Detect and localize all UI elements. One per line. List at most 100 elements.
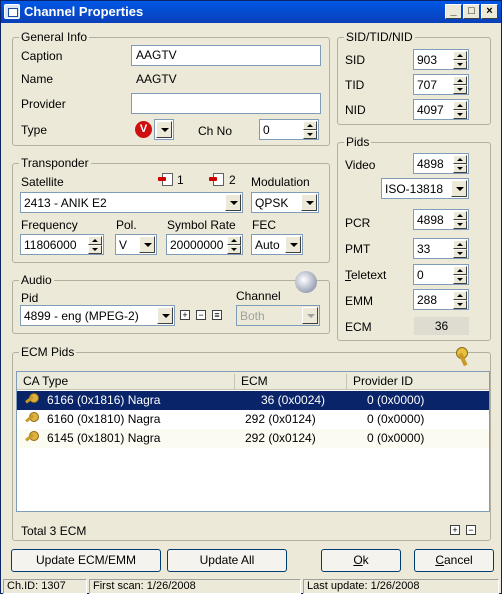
table-row[interactable]: 6166 (0x1816) Nagra 36 (0x0024) 0 (0x000… (17, 391, 489, 410)
spin-up-icon[interactable] (453, 155, 467, 164)
sid-stepper[interactable]: 903 (413, 49, 469, 70)
spin-down-icon[interactable] (88, 245, 102, 254)
fec-dropdown[interactable]: Auto (251, 234, 303, 255)
tid-stepper[interactable]: 707 (413, 74, 469, 95)
pcr-label: PCR (345, 216, 371, 230)
pcr-value: 4898 (417, 213, 444, 227)
spin-up-icon[interactable] (227, 236, 241, 245)
chevron-down-icon[interactable] (157, 307, 173, 324)
pol-dropdown[interactable]: V (115, 234, 157, 255)
modulation-dropdown[interactable]: QPSK (251, 192, 319, 213)
video-type-dropdown[interactable]: ISO-13818 (381, 178, 469, 199)
spin-up-icon[interactable] (453, 211, 467, 220)
satellite-value: 2413 - ANIK E2 (24, 196, 107, 210)
provider-id-cell: 0 (0x0000) (367, 431, 425, 445)
pol-value: V (119, 238, 128, 252)
chevron-down-icon[interactable] (156, 121, 172, 138)
spin-up-icon[interactable] (453, 76, 467, 85)
emm-label: EMM (345, 294, 373, 308)
teletext-value: 0 (417, 268, 424, 282)
status-chid: Ch.ID: 1307 (3, 579, 87, 594)
ecm-cell: 292 (0x0124) (245, 431, 316, 445)
status-last-update: Last update: 1/26/2008 (303, 579, 499, 594)
spin-down-icon[interactable] (453, 300, 467, 309)
ca-type-column-header[interactable]: CA Type (17, 374, 235, 389)
cancel-button[interactable]: Cancel (414, 549, 494, 572)
chevron-down-icon[interactable] (285, 236, 301, 253)
update-all-button[interactable]: Update All (167, 549, 287, 572)
chno-stepper[interactable]: 0 (259, 119, 319, 140)
video-type-value: ISO-13818 (385, 182, 444, 196)
spin-down-icon[interactable] (453, 85, 467, 94)
caption-input[interactable]: AAGTV (131, 45, 321, 66)
edit-audio-icon[interactable]: ≡ (212, 310, 222, 320)
chevron-down-icon[interactable] (451, 180, 467, 197)
pol-label: Pol. (116, 218, 137, 232)
title-bar[interactable]: Channel Properties _ □ × (1, 1, 501, 23)
pcr-stepper[interactable]: 4898 (413, 209, 469, 230)
spin-up-icon[interactable] (453, 240, 467, 249)
symbol-rate-value: 20000000 (170, 238, 224, 252)
ecm-value: 36 (414, 317, 469, 335)
satellite-1-icon[interactable] (158, 173, 173, 187)
chevron-down-icon[interactable] (139, 236, 155, 253)
spin-up-icon[interactable] (453, 51, 467, 60)
pmt-stepper[interactable]: 33 (413, 238, 469, 259)
provider-id-column-header[interactable]: Provider ID (347, 374, 489, 389)
satellite-2-icon[interactable] (209, 173, 224, 187)
nid-label: NID (345, 103, 366, 117)
keys-icon[interactable] (454, 345, 476, 367)
provider-id-cell: 0 (0x0000) (367, 412, 425, 426)
pmt-label: PMT (345, 242, 371, 256)
spin-down-icon[interactable] (453, 249, 467, 258)
table-row[interactable]: 6160 (0x1810) Nagra 292 (0x0124) 0 (0x00… (17, 410, 489, 429)
chevron-down-icon[interactable] (225, 194, 241, 211)
frequency-stepper[interactable]: 11806000 (20, 234, 104, 255)
spin-down-icon[interactable] (303, 130, 317, 139)
type-dropdown[interactable] (154, 119, 174, 140)
add-ecm-icon[interactable]: + (450, 525, 460, 535)
chevron-down-icon[interactable] (301, 194, 317, 211)
table-row[interactable]: 6145 (0x1801) Nagra 292 (0x0124) 0 (0x00… (17, 429, 489, 448)
spin-up-icon[interactable] (88, 236, 102, 245)
teletext-label: Teletext (345, 268, 386, 282)
spin-up-icon[interactable] (303, 121, 317, 130)
video-pid-stepper[interactable]: 4898 (413, 153, 469, 174)
nid-stepper[interactable]: 4097 (413, 99, 469, 120)
minimize-button[interactable]: _ (445, 4, 462, 19)
provider-id-cell: 0 (0x0000) (367, 393, 425, 407)
spin-down-icon[interactable] (453, 110, 467, 119)
remove-audio-icon[interactable]: − (196, 310, 206, 320)
fec-label: FEC (252, 218, 276, 232)
spin-down-icon[interactable] (453, 60, 467, 69)
spin-up-icon[interactable] (453, 101, 467, 110)
remove-ecm-icon[interactable]: − (466, 525, 476, 535)
ok-button[interactable]: Ok (321, 549, 401, 572)
ca-type-cell: 6160 (0x1810) Nagra (47, 412, 161, 426)
provider-input[interactable] (131, 93, 321, 114)
ecm-list[interactable]: CA Type ECM Provider ID 6166 (0x1816) Na… (16, 371, 490, 512)
tid-value: 707 (417, 78, 438, 92)
close-button[interactable]: × (481, 4, 498, 19)
chevron-down-icon (302, 307, 318, 324)
update-ecm-emm-button[interactable]: Update ECM/EMM (11, 549, 161, 572)
ecm-cell: 292 (0x0124) (245, 412, 316, 426)
ok-label-rest: k (362, 553, 369, 567)
audio-pid-dropdown[interactable]: 4899 - eng (MPEG-2) (20, 305, 175, 326)
spin-down-icon[interactable] (453, 220, 467, 229)
ecm-column-header[interactable]: ECM (235, 374, 347, 389)
sid-tid-nid-legend: SID/TID/NID (344, 30, 415, 44)
maximize-button[interactable]: □ (463, 4, 480, 19)
spin-down-icon[interactable] (453, 275, 467, 284)
speaker-icon[interactable] (295, 271, 317, 293)
satellite-dropdown[interactable]: 2413 - ANIK E2 (20, 192, 243, 213)
caption-label: Caption (21, 49, 63, 63)
add-audio-icon[interactable]: + (180, 310, 190, 320)
spin-down-icon[interactable] (453, 164, 467, 173)
spin-down-icon[interactable] (227, 245, 241, 254)
emm-stepper[interactable]: 288 (413, 289, 469, 310)
teletext-stepper[interactable]: 0 (413, 264, 469, 285)
spin-up-icon[interactable] (453, 266, 467, 275)
symbol-rate-stepper[interactable]: 20000000 (166, 234, 243, 255)
spin-up-icon[interactable] (453, 291, 467, 300)
